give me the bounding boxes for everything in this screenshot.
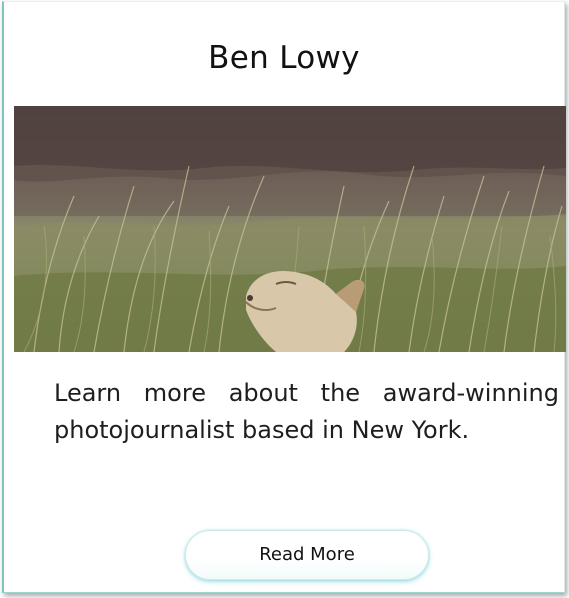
read-more-button[interactable]: Read More [185,530,429,580]
card-title: Ben Lowy [208,40,360,76]
profile-card: Ben Lowy Learn more about the award-winn… [2,1,566,593]
profile-photo [14,106,566,352]
photo-illustration [14,106,566,352]
card-description: Learn more about the award-winning photo… [54,379,559,444]
